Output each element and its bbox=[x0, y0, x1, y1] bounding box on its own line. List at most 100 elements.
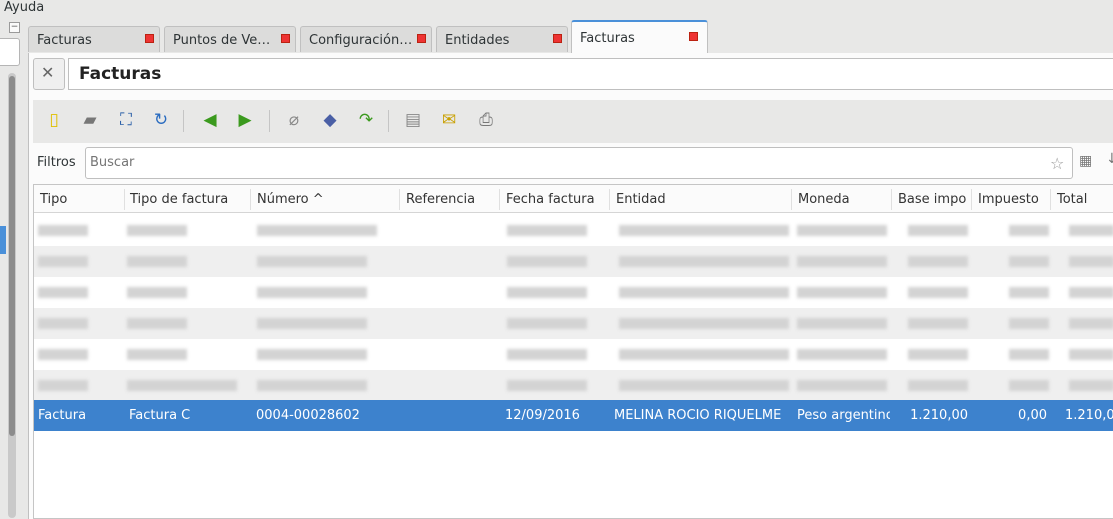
column-header[interactable]: Tipo de factura bbox=[130, 192, 228, 207]
new-record-icon[interactable]: ▯ bbox=[43, 109, 65, 131]
redacted-cell bbox=[127, 349, 187, 360]
sidebar-selected-item[interactable] bbox=[0, 226, 6, 254]
redacted-cell bbox=[38, 256, 88, 267]
redacted-cell bbox=[619, 256, 789, 267]
page-title: Facturas bbox=[79, 64, 162, 84]
table-row[interactable] bbox=[34, 339, 1113, 370]
print-icon[interactable]: ⎙ bbox=[475, 109, 497, 131]
column-header[interactable]: Número ^ bbox=[257, 192, 324, 207]
table-row[interactable] bbox=[34, 215, 1113, 246]
column-separator[interactable] bbox=[499, 189, 500, 210]
tab-close-icon[interactable] bbox=[145, 34, 154, 43]
redacted-cell bbox=[908, 349, 968, 360]
column-header[interactable]: Total bbox=[1057, 192, 1087, 207]
redacted-cell bbox=[1009, 380, 1049, 391]
email-icon[interactable]: ✉ bbox=[438, 109, 460, 131]
redacted-cell bbox=[1009, 287, 1049, 298]
reload-icon[interactable]: ↻ bbox=[150, 109, 172, 131]
redacted-cell bbox=[38, 349, 88, 360]
toolbar-separator bbox=[183, 110, 184, 132]
redacted-cell bbox=[38, 318, 88, 329]
sidebar-scrollbar-thumb[interactable] bbox=[9, 76, 15, 436]
table-row[interactable] bbox=[34, 277, 1113, 308]
column-separator[interactable] bbox=[250, 189, 251, 210]
tab-puntos-de-venta[interactable]: Puntos de Ve… bbox=[164, 26, 296, 52]
column-separator[interactable] bbox=[399, 189, 400, 210]
relate-icon[interactable]: ↷ bbox=[355, 109, 377, 131]
cell-fecha: 12/09/2016 bbox=[505, 408, 580, 423]
column-separator[interactable] bbox=[1050, 189, 1051, 210]
search-field[interactable]: ☆ bbox=[85, 147, 1073, 179]
switch-view-icon[interactable]: ⛶ bbox=[115, 109, 137, 131]
table-row[interactable] bbox=[34, 246, 1113, 277]
action-icon[interactable]: ◆ bbox=[319, 109, 341, 131]
previous-icon[interactable]: ◀ bbox=[199, 109, 221, 131]
column-header[interactable]: Tipo bbox=[40, 192, 67, 207]
wrench-button[interactable]: ✕ bbox=[33, 58, 65, 90]
redacted-cell bbox=[619, 349, 789, 360]
saved-filters-icon[interactable]: ▦ bbox=[1079, 153, 1092, 169]
redacted-cell bbox=[507, 225, 587, 236]
menu-ayuda[interactable]: Ayuda bbox=[4, 0, 44, 15]
column-header[interactable]: Impuesto bbox=[978, 192, 1039, 207]
tab-facturas[interactable]: Facturas bbox=[28, 26, 160, 52]
redacted-cell bbox=[797, 318, 887, 329]
bookmark-star-icon[interactable]: ☆ bbox=[1050, 154, 1064, 173]
redacted-cell bbox=[507, 380, 587, 391]
redacted-cell bbox=[127, 318, 187, 329]
tab-label: Facturas bbox=[580, 31, 635, 46]
search-input[interactable] bbox=[90, 155, 990, 170]
cell-tipo-factura: Factura C bbox=[129, 408, 191, 423]
redacted-cell bbox=[619, 225, 789, 236]
filter-options-icon[interactable]: ↓ bbox=[1106, 151, 1113, 167]
tab-label: Puntos de Ve… bbox=[173, 33, 271, 48]
column-separator[interactable] bbox=[971, 189, 972, 210]
tab-label: Facturas bbox=[37, 33, 92, 48]
redacted-cell bbox=[507, 349, 587, 360]
tab-configuracion[interactable]: Configuración… bbox=[300, 26, 432, 52]
tab-close-icon[interactable] bbox=[417, 34, 426, 43]
redacted-cell bbox=[619, 318, 789, 329]
redacted-cell bbox=[257, 318, 367, 329]
column-header[interactable]: Fecha factura bbox=[506, 192, 595, 207]
tab-bar: Facturas Puntos de Ve… Configuración… En… bbox=[28, 20, 1113, 54]
tab-facturas-active[interactable]: Facturas bbox=[571, 20, 708, 54]
column-separator[interactable] bbox=[609, 189, 610, 210]
attachment-icon[interactable]: ⌀ bbox=[283, 109, 305, 131]
column-separator[interactable] bbox=[891, 189, 892, 210]
cell-total: 1.210,00 bbox=[1065, 408, 1113, 423]
column-header[interactable]: Base impo bbox=[898, 192, 966, 207]
redacted-cell bbox=[797, 256, 887, 267]
tab-close-icon[interactable] bbox=[281, 34, 290, 43]
redacted-cell bbox=[127, 256, 187, 267]
tab-close-icon[interactable] bbox=[689, 32, 698, 41]
collapse-sidebar-icon[interactable]: − bbox=[9, 22, 20, 33]
column-separator[interactable] bbox=[124, 189, 125, 210]
redacted-cell bbox=[1069, 380, 1113, 391]
table-row-selected[interactable]: Factura Factura C 0004-00028602 12/09/20… bbox=[34, 400, 1113, 431]
tab-entidades[interactable]: Entidades bbox=[436, 26, 568, 52]
tab-close-icon[interactable] bbox=[553, 34, 562, 43]
column-header[interactable]: Moneda bbox=[798, 192, 850, 207]
redacted-cell bbox=[1069, 287, 1113, 298]
cell-tipo: Factura bbox=[38, 408, 87, 423]
tab-label: Entidades bbox=[445, 33, 510, 48]
cell-moneda: Peso argentino bbox=[797, 408, 890, 423]
table-header: Tipo Tipo de factura Número ^ Referencia… bbox=[34, 185, 1113, 213]
redacted-cell bbox=[908, 225, 968, 236]
column-header[interactable]: Entidad bbox=[616, 192, 666, 207]
table-row[interactable] bbox=[34, 370, 1113, 401]
report-icon[interactable]: ▤ bbox=[402, 109, 424, 131]
redacted-cell bbox=[38, 225, 88, 236]
redacted-cell bbox=[619, 380, 789, 391]
sidebar-search-input[interactable] bbox=[0, 38, 20, 66]
redacted-cell bbox=[127, 287, 187, 298]
redacted-cell bbox=[908, 287, 968, 298]
column-header[interactable]: Referencia bbox=[406, 192, 475, 207]
save-icon[interactable]: ▰ bbox=[79, 109, 101, 131]
redacted-cell bbox=[257, 349, 367, 360]
next-icon[interactable]: ▶ bbox=[234, 109, 256, 131]
table-row[interactable] bbox=[34, 308, 1113, 339]
redacted-cell bbox=[1069, 318, 1113, 329]
column-separator[interactable] bbox=[791, 189, 792, 210]
